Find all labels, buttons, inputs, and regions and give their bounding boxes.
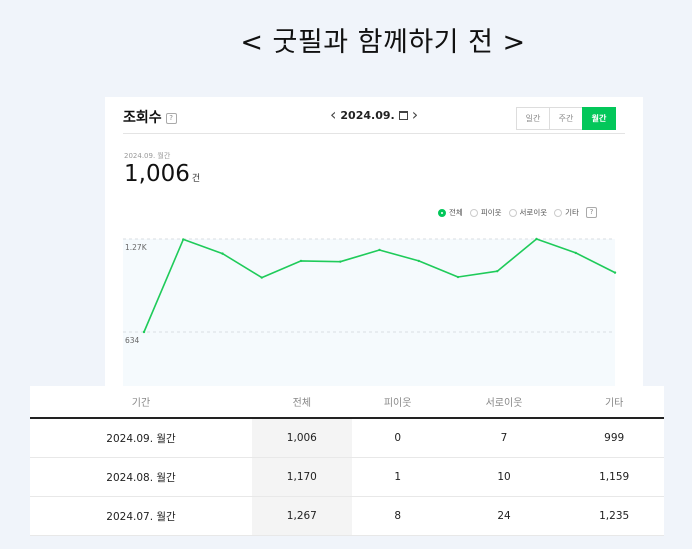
table-row: 2024.08. 월간 1,170 1 10 1,159	[30, 457, 664, 497]
data-point	[378, 248, 381, 252]
data-point	[417, 259, 420, 263]
data-point	[613, 271, 617, 274]
data-point	[574, 251, 577, 255]
y-tick-label: 1.27K	[125, 243, 148, 252]
plot-area	[123, 239, 615, 397]
data-point	[339, 260, 342, 263]
col-neighbor: 피이웃	[351, 386, 444, 419]
col-period: 기간	[30, 386, 252, 419]
cell-period: 2024.08. 월간	[30, 457, 252, 497]
data-point	[456, 275, 460, 279]
col-mutual: 서로이웃	[443, 386, 565, 419]
data-point	[260, 276, 263, 279]
page-title: < 굿필과 함께하기 전 >	[240, 27, 526, 58]
table-header-row: 기간 전체 피이웃 서로이웃 기타	[30, 386, 664, 419]
data-point	[496, 269, 499, 273]
cell-other: 999	[564, 418, 664, 458]
col-total: 전체	[252, 386, 352, 419]
cell-neighbor: 8	[351, 496, 444, 536]
cell-other: 1,159	[564, 457, 664, 497]
table-row: 2024.07. 월간 1,267 8 24 1,235	[30, 496, 664, 536]
cell-total: 1,170	[252, 457, 352, 497]
stats-table: 기간 전체 피이웃 서로이웃 기타 2024.09. 월간 1,006 0 7 …	[30, 386, 664, 536]
cell-mutual: 24	[443, 496, 565, 536]
data-point	[535, 237, 538, 241]
cell-mutual: 7	[443, 418, 565, 458]
cell-period: 2024.07. 월간	[30, 496, 252, 536]
cell-neighbor: 1	[351, 457, 444, 497]
cell-neighbor: 0	[351, 418, 444, 458]
col-other: 기타	[564, 386, 664, 419]
data-point	[221, 252, 224, 255]
data-point	[142, 330, 146, 334]
data-point	[299, 259, 303, 263]
y-tick-label: 634	[125, 336, 140, 345]
cell-period: 2024.09. 월간	[30, 418, 252, 458]
table-row: 2024.09. 월간 1,006 0 7 999	[30, 418, 664, 458]
cell-total: 1,006	[252, 418, 352, 458]
line-chart: 1.27K 634	[123, 237, 617, 397]
data-point	[182, 238, 185, 241]
cell-mutual: 10	[443, 457, 565, 497]
stats-panel: 조회수? ‹ 2024.09. › 일간 주간 월간 2024.09. 월간 1…	[105, 97, 643, 397]
cell-other: 1,235	[564, 496, 664, 536]
cell-total: 1,267	[252, 496, 352, 536]
